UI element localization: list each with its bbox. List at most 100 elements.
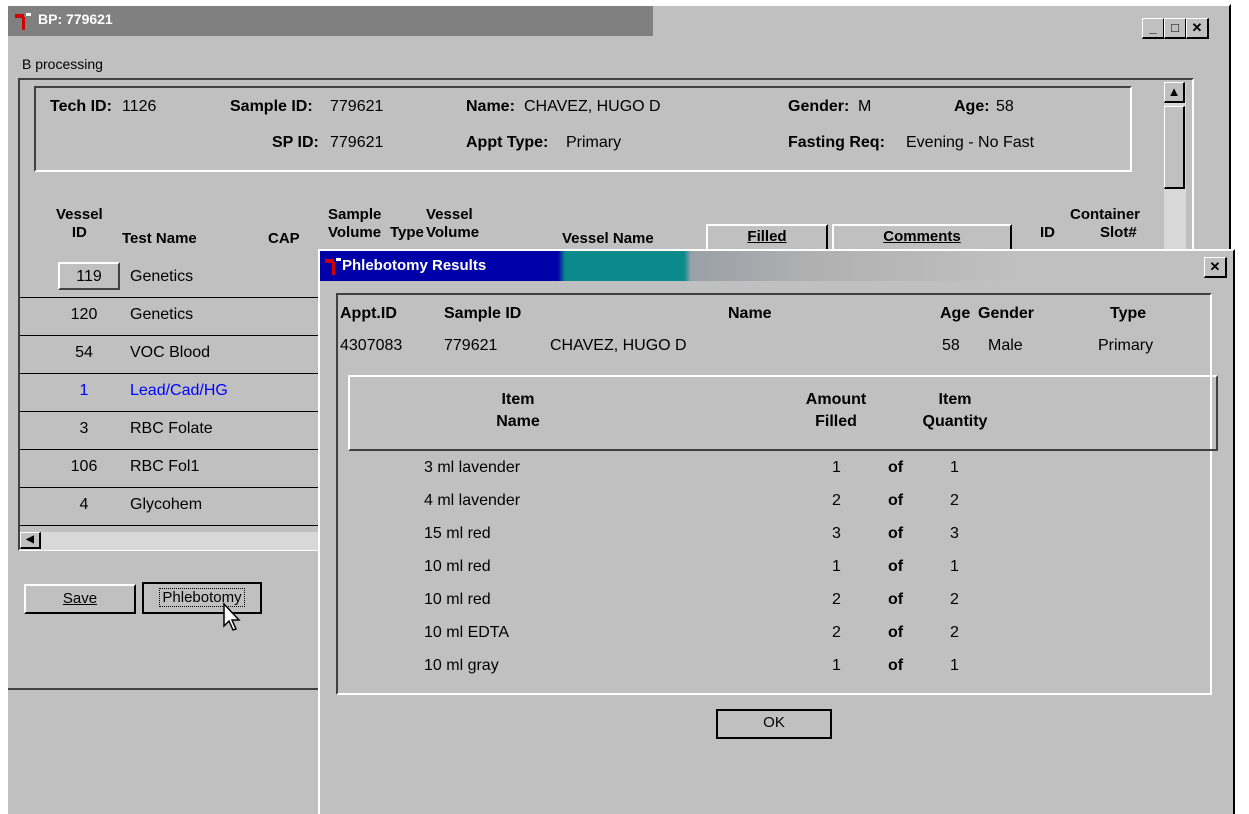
test-name-cell: Lead/Cad/HG xyxy=(130,382,228,399)
list-item: 10 ml EDTA 2 of 2 xyxy=(338,620,1198,650)
gender-value: Male xyxy=(988,337,1023,354)
item-quantity-cell: 2 xyxy=(950,624,959,641)
dialog-app-icon xyxy=(325,258,341,275)
menu-label: B processing xyxy=(22,56,103,72)
minimize-button[interactable]: _ xyxy=(1142,18,1165,39)
name-value: CHAVEZ, HUGO D xyxy=(550,337,687,354)
of-label: of xyxy=(888,525,904,542)
dialog-title: Phlebotomy Results xyxy=(342,257,487,274)
scroll-up-icon[interactable]: ▲ xyxy=(1164,82,1185,103)
amount-filled-cell: 2 xyxy=(832,591,841,608)
table-row[interactable]: 106 RBC Fol1 xyxy=(20,450,320,488)
patient-header: Tech ID: 1126 Sample ID: 779621 Name: CH… xyxy=(34,86,1132,172)
table-row[interactable]: 54 VOC Blood xyxy=(20,336,320,374)
vessel-id-cell: 1 xyxy=(79,382,89,399)
table-row[interactable]: 1 Lead/Cad/HG xyxy=(20,374,320,412)
main-title: BP: 779621 xyxy=(38,11,113,27)
test-name-cell: RBC Folate xyxy=(130,420,213,437)
dialog-close-button[interactable]: ✕ xyxy=(1204,257,1227,278)
item-quantity-cell: 1 xyxy=(950,459,959,476)
comments-column-button[interactable]: Comments xyxy=(832,224,1012,252)
of-label: of xyxy=(888,591,904,608)
age-value: 58 xyxy=(942,337,960,354)
tech-id-value: 1126 xyxy=(122,98,157,115)
item-name-cell: 10 ml EDTA xyxy=(424,624,510,641)
maximize-button[interactable]: □ xyxy=(1164,18,1187,39)
col-container-id: ID xyxy=(1040,224,1055,241)
item-name-cell: 10 ml red xyxy=(424,591,491,608)
item-quantity-cell: 1 xyxy=(950,558,959,575)
item-name-cell: 10 ml red xyxy=(424,558,491,575)
item-name-cell: 10 ml gray xyxy=(424,657,499,674)
table-row[interactable]: 4 Glycohem xyxy=(20,488,320,526)
col-vessel-id: Vessel ID xyxy=(56,206,103,241)
name-label: Name: xyxy=(466,98,515,115)
of-label: of xyxy=(888,558,904,575)
amount-filled-header: Amount Filled xyxy=(805,391,867,430)
sample-id-header: Sample ID xyxy=(444,305,522,322)
col-type: Type xyxy=(390,224,424,241)
amount-filled-cell: 1 xyxy=(832,657,841,674)
gender-header: Gender xyxy=(978,305,1035,322)
col-vessel-name: Vessel Name xyxy=(562,230,654,247)
appt-type-label: Appt Type: xyxy=(466,134,549,151)
gender-value: M xyxy=(858,98,872,115)
fasting-label: Fasting Req: xyxy=(788,134,885,151)
item-quantity-cell: 2 xyxy=(950,492,959,509)
horizontal-scrollbar[interactable]: ◀ xyxy=(20,532,320,550)
appt-id-header: Appt.ID xyxy=(340,305,397,322)
age-value: 58 xyxy=(996,98,1014,115)
close-button[interactable]: ✕ xyxy=(1186,18,1209,39)
main-title-bar[interactable]: BP: 779621 xyxy=(8,6,653,36)
item-name-cell: 15 ml red xyxy=(424,525,491,542)
col-container: Container xyxy=(1070,206,1141,223)
item-name-cell: 3 ml lavender xyxy=(424,459,521,476)
item-quantity-cell: 3 xyxy=(950,525,959,542)
phlebotomy-results-dialog: Phlebotomy Results ✕ Appt.ID Sample ID N… xyxy=(318,249,1235,814)
name-value: CHAVEZ, HUGO D xyxy=(524,98,661,115)
col-vessel-volume: Vessel Volume xyxy=(426,206,480,241)
col-cap: CAP xyxy=(268,230,300,247)
vessel-id-cell: 119 xyxy=(58,262,120,290)
vessel-id-cell: 4 xyxy=(79,496,89,513)
sample-id-value: 779621 xyxy=(330,98,384,115)
table-row[interactable]: 120 Genetics xyxy=(20,298,320,336)
table-row[interactable]: 3 RBC Folate xyxy=(20,412,320,450)
vessel-id-cell: 106 xyxy=(70,458,98,475)
sp-id-value: 779621 xyxy=(330,134,384,151)
of-label: of xyxy=(888,459,904,476)
test-name-cell: VOC Blood xyxy=(130,344,211,361)
item-quantity-cell: 2 xyxy=(950,591,959,608)
item-name-header: Item Name xyxy=(496,391,540,430)
item-quantity-header: Item Quantity xyxy=(922,391,988,430)
save-button[interactable]: Save xyxy=(24,584,136,614)
dialog-title-bar[interactable]: Phlebotomy Results xyxy=(320,251,1020,281)
list-item: 10 ml gray 1 of 1 xyxy=(338,653,1198,683)
of-label: of xyxy=(888,657,904,674)
fasting-value: Evening - No Fast xyxy=(906,134,1035,151)
mouse-cursor-icon xyxy=(223,602,241,631)
type-header: Type xyxy=(1110,305,1147,322)
type-value: Primary xyxy=(1098,337,1154,354)
scroll-left-icon[interactable]: ◀ xyxy=(20,532,41,549)
amount-filled-cell: 2 xyxy=(832,624,841,641)
col-slot: Slot# xyxy=(1100,224,1137,241)
amount-filled-cell: 1 xyxy=(832,459,841,476)
test-name-cell: Glycohem xyxy=(130,496,203,513)
of-label: of xyxy=(888,624,904,641)
table-row[interactable]: 119 Genetics xyxy=(20,260,320,298)
filled-column-button[interactable]: Filled xyxy=(706,224,828,252)
list-item: 3 ml lavender 1 of 1 xyxy=(338,455,1198,485)
list-item: 10 ml red 1 of 1 xyxy=(338,554,1198,584)
test-name-cell: RBC Fol1 xyxy=(130,458,200,475)
appt-id-value: 4307083 xyxy=(340,337,403,354)
list-item: 10 ml red 2 of 2 xyxy=(338,587,1198,617)
age-header: Age xyxy=(940,305,971,322)
app-icon xyxy=(15,13,31,30)
amount-filled-cell: 1 xyxy=(832,558,841,575)
item-name-cell: 4 ml lavender xyxy=(424,492,521,509)
sample-id-value: 779621 xyxy=(444,337,498,354)
scroll-thumb[interactable] xyxy=(1164,106,1185,189)
list-item: 4 ml lavender 2 of 2 xyxy=(338,488,1198,518)
ok-button[interactable]: OK xyxy=(716,709,832,739)
